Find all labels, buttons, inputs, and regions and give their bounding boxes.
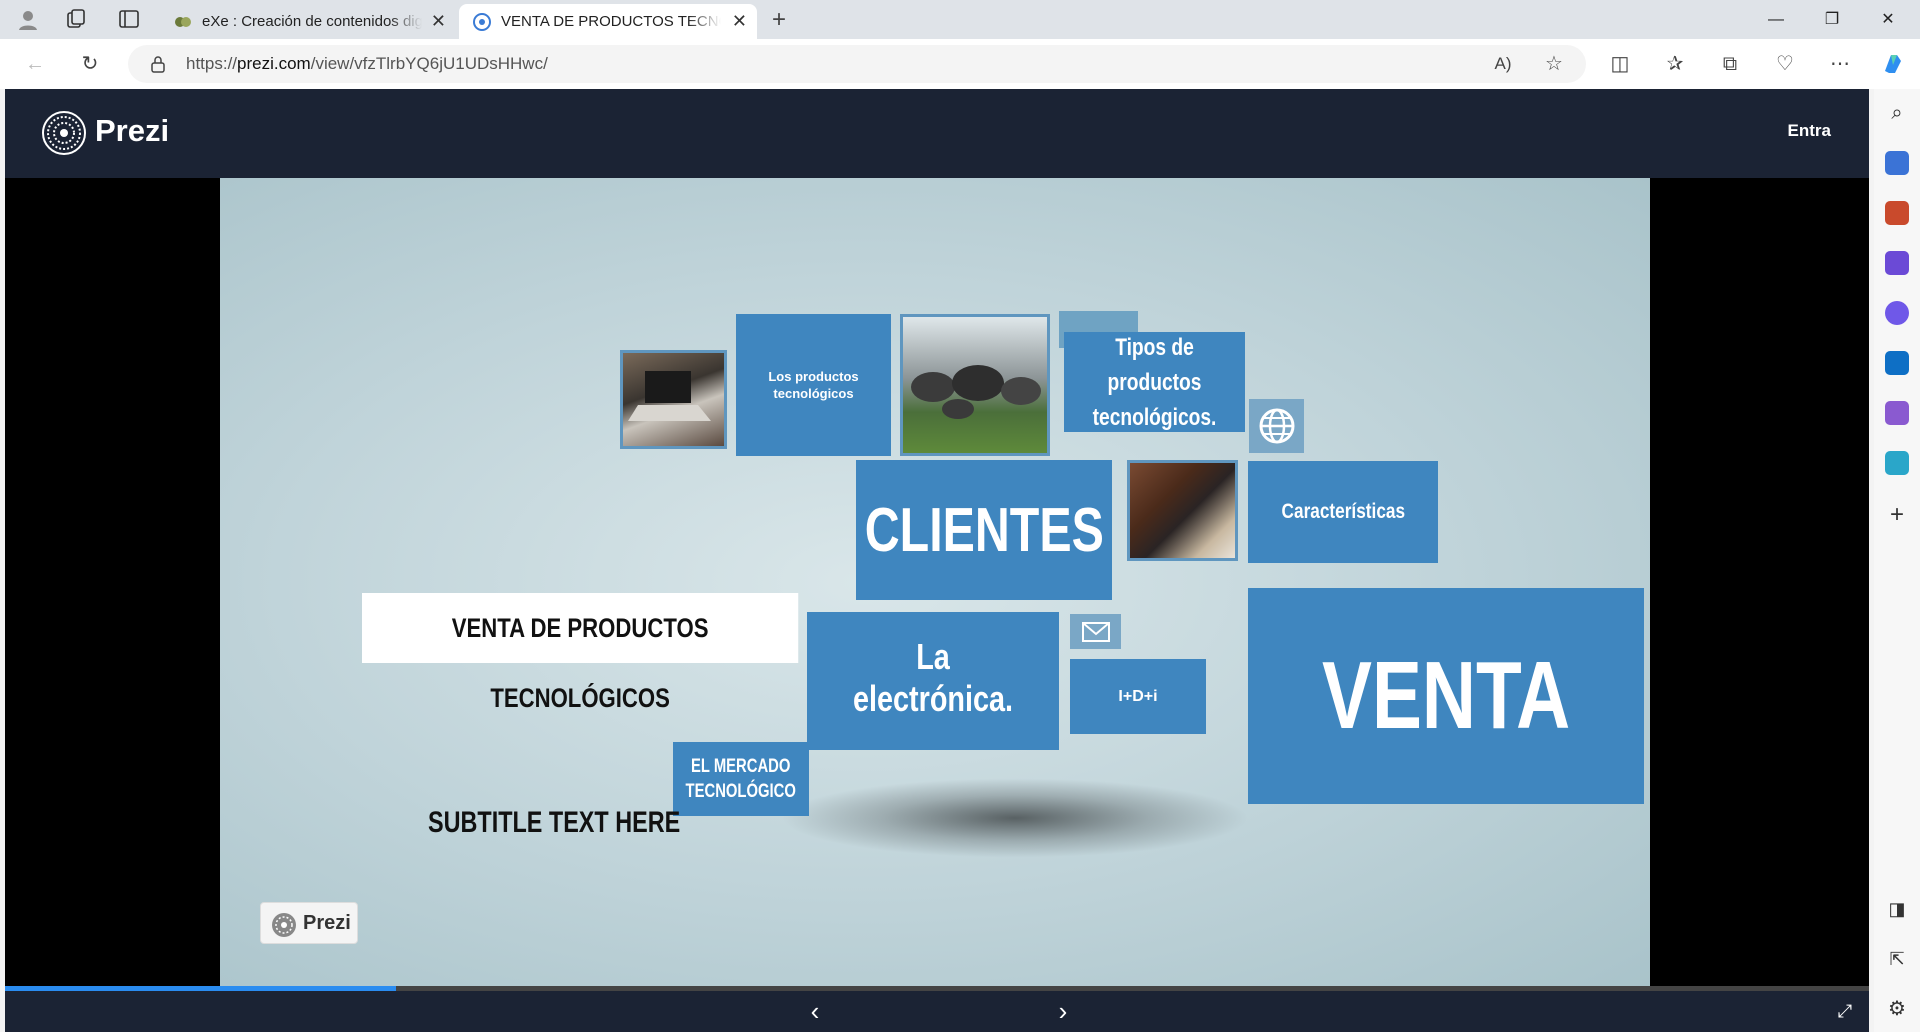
search-icon[interactable]: ⌕ xyxy=(1885,101,1909,125)
prezi-header: Prezi Entra xyxy=(5,89,1869,178)
lock-icon[interactable] xyxy=(150,55,166,73)
browser-essentials-icon[interactable]: ♡ xyxy=(1772,51,1798,77)
address-bar[interactable]: https://prezi.com/view/vfzTlrbYQ6jU1UDsH… xyxy=(128,45,1586,83)
prezi-watermark-icon xyxy=(272,913,296,937)
tile-idi[interactable]: I+D+i xyxy=(1070,659,1206,734)
presentation-subtitle: SUBTITLE TEXT HERE xyxy=(428,806,681,839)
prezi-logo-icon[interactable] xyxy=(41,110,87,156)
tab-title: eXe : Creación de contenidos dig xyxy=(202,13,422,30)
back-arrow-icon[interactable]: ← xyxy=(22,51,48,77)
tile-mercado-label: EL MERCADO TECNOLÓGICO xyxy=(685,756,797,802)
url-text: https://prezi.com/view/vfzTlrbYQ6jU1UDsH… xyxy=(186,54,548,73)
tab-actions-icon[interactable] xyxy=(117,8,141,32)
tile-clientes-label: CLIENTES xyxy=(864,495,1104,565)
split-screen-icon[interactable]: ◫ xyxy=(1607,51,1633,77)
tile-venta-label: VENTA xyxy=(1321,642,1571,749)
new-tab-icon[interactable]: + xyxy=(767,8,791,32)
games-icon[interactable] xyxy=(1885,251,1909,275)
close-tab-icon[interactable]: ✕ xyxy=(732,4,747,39)
favorites-icon[interactable]: ✰ xyxy=(1662,51,1688,77)
prezi-viewer: Prezi Entra Los productos tecnológicos T… xyxy=(5,89,1869,1032)
prezi-brand[interactable]: Prezi xyxy=(95,113,169,149)
tile-shadow xyxy=(780,778,1250,858)
copilot-icon[interactable] xyxy=(1880,51,1906,77)
close-tab-icon[interactable]: ✕ xyxy=(431,4,446,39)
browser-tab-bar: eXe : Creación de contenidos dig ✕ VENTA… xyxy=(0,0,1920,39)
tab-exe[interactable]: eXe : Creación de contenidos dig ✕ xyxy=(160,4,456,39)
presentation-canvas[interactable]: Los productos tecnológicos Tipos de prod… xyxy=(220,178,1650,986)
browser-toolbar: ← ↻ https://prezi.com/view/vfzTlrbYQ6jU1… xyxy=(0,39,1920,89)
copilot-sidebar-icon[interactable] xyxy=(1885,301,1909,325)
exe-favicon-icon xyxy=(175,17,191,27)
tools-icon[interactable] xyxy=(1885,201,1909,225)
star-icon[interactable]: ☆ xyxy=(1541,51,1567,77)
tile-tipos[interactable]: Tipos de productos tecnológicos. xyxy=(1064,332,1245,432)
send-icon[interactable] xyxy=(1885,451,1909,475)
tile-mercado[interactable]: EL MERCADO TECNOLÓGICO xyxy=(673,742,809,816)
previous-step-icon[interactable]: ‹ xyxy=(801,997,829,1025)
prezi-favicon-icon xyxy=(473,13,491,31)
add-icon[interactable]: + xyxy=(1885,503,1909,527)
shopping-icon[interactable] xyxy=(1885,151,1909,175)
tile-clientes[interactable]: CLIENTES xyxy=(856,460,1112,600)
profile-icon[interactable] xyxy=(16,8,40,32)
close-window-icon[interactable]: ✕ xyxy=(1860,0,1916,39)
fullscreen-icon[interactable]: ⤢ xyxy=(1831,997,1859,1025)
meeting-photo xyxy=(1127,460,1238,561)
tile-tipos-label: Tipos de productos tecnológicos. xyxy=(1092,333,1217,431)
globe-icon[interactable] xyxy=(1249,399,1304,453)
minimize-icon[interactable]: — xyxy=(1748,0,1804,39)
rocks-photo xyxy=(900,314,1050,456)
read-aloud-icon[interactable]: A) xyxy=(1490,51,1516,77)
tile-venta[interactable]: VENTA xyxy=(1248,588,1644,804)
refresh-icon[interactable]: ↻ xyxy=(77,51,103,77)
tile-electronica-label: La electrónica. xyxy=(852,636,1014,719)
tab-prezi[interactable]: VENTA DE PRODUCTOS TECNOL ✕ xyxy=(459,4,757,39)
login-link[interactable]: Entra xyxy=(1788,121,1831,141)
settings-gear-icon[interactable]: ⚙ xyxy=(1885,997,1909,1021)
restore-icon[interactable]: ❐ xyxy=(1804,0,1860,39)
presentation-controls: ‹ › ⤢ xyxy=(5,991,1869,1032)
outlook-icon[interactable] xyxy=(1885,351,1909,375)
tab-title: VENTA DE PRODUCTOS TECNOL xyxy=(501,13,721,30)
tile-caracteristicas[interactable]: Características xyxy=(1248,461,1438,563)
more-icon[interactable]: ⋯ xyxy=(1827,51,1853,77)
next-step-icon[interactable]: › xyxy=(1049,997,1077,1025)
mail-icon[interactable] xyxy=(1070,614,1121,649)
prezi-watermark-text: Prezi xyxy=(303,912,351,934)
tile-productos[interactable]: Los productos tecnológicos xyxy=(736,314,891,456)
open-external-icon[interactable]: ⇱ xyxy=(1885,947,1909,971)
designer-icon[interactable] xyxy=(1885,401,1909,425)
sidebar-toggle-icon[interactable]: ◨ xyxy=(1885,897,1909,921)
tile-caracteristicas-label: Características xyxy=(1281,500,1405,523)
presentation-title: VENTA DE PRODUCTOS TECNOLÓGICOS xyxy=(362,593,799,713)
tile-electronica[interactable]: La electrónica. xyxy=(807,612,1059,750)
collections-icon[interactable]: ⧉ xyxy=(1717,51,1743,77)
laptop-photo xyxy=(620,350,727,449)
workspaces-icon[interactable] xyxy=(64,8,88,32)
prezi-watermark[interactable]: Prezi xyxy=(260,902,358,944)
browser-sidebar: ⌕ + ◨ ⇱ ⚙ xyxy=(1874,89,1920,1032)
